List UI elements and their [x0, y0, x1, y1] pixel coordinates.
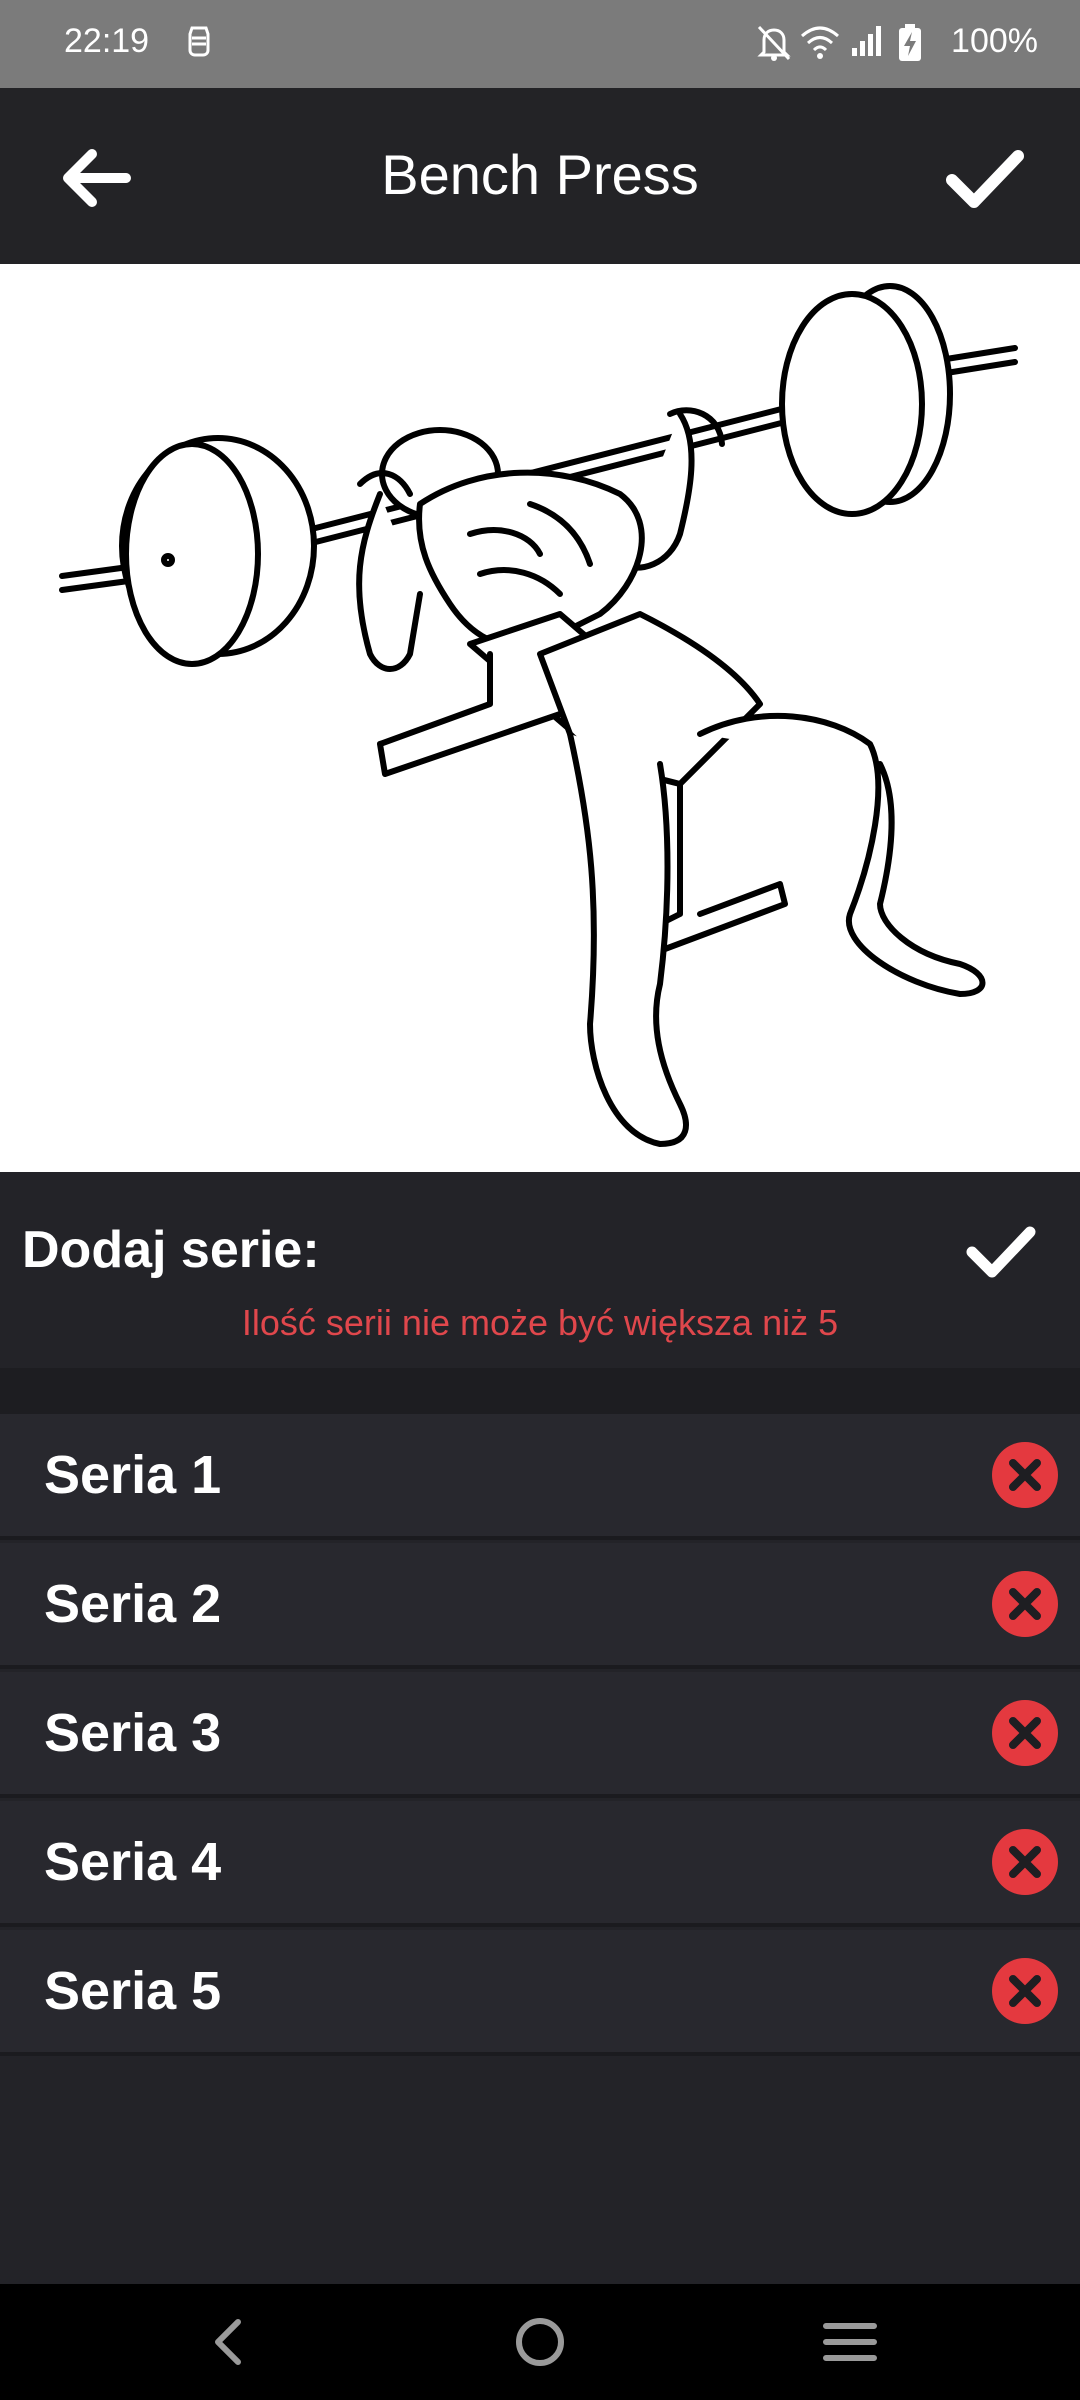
- list-item[interactable]: Seria 1: [0, 1414, 1080, 1536]
- page-title: Bench Press: [381, 143, 699, 206]
- delete-series-button[interactable]: [992, 1442, 1058, 1508]
- series-label: Seria 1: [44, 1445, 222, 1505]
- close-icon: [1009, 1717, 1041, 1749]
- delete-series-button[interactable]: [992, 1829, 1058, 1895]
- delete-series-button[interactable]: [992, 1958, 1058, 2024]
- series-label: Seria 2: [44, 1574, 222, 1634]
- series-label: Seria 5: [44, 1961, 222, 2021]
- notification-icon: [186, 24, 212, 65]
- check-icon: [966, 1226, 1036, 1278]
- save-button[interactable]: [944, 138, 1024, 218]
- status-bar: 22:19 100%: [0, 0, 1080, 88]
- bench-press-illustration: [59, 283, 1018, 1147]
- mute-icon: [756, 24, 792, 67]
- battery-charging-icon: [898, 24, 922, 67]
- list-spacer: [0, 1368, 1080, 1414]
- series-list: Seria 1 Seria 2 Seria 3 Seria 4 Seria 5: [0, 1368, 1080, 2059]
- list-item[interactable]: Seria 2: [0, 1543, 1080, 1665]
- app-bar: Bench Press: [0, 88, 1080, 264]
- close-icon: [1009, 1975, 1041, 2007]
- battery-percentage: 100%: [951, 22, 1038, 60]
- close-icon: [1009, 1459, 1041, 1491]
- list-item[interactable]: Seria 3: [0, 1672, 1080, 1794]
- signal-icon: [850, 24, 884, 63]
- delete-series-button[interactable]: [992, 1700, 1058, 1766]
- exercise-illustration: [0, 264, 1080, 1172]
- add-series-button[interactable]: [962, 1212, 1040, 1290]
- home-nav-icon: [516, 2318, 564, 2366]
- series-label: Seria 4: [44, 1832, 222, 1892]
- add-series-panel: Dodaj serie: Ilość serii nie może być wi…: [0, 1172, 1080, 1368]
- check-icon: [946, 150, 1024, 208]
- add-series-title: Dodaj serie:: [22, 1221, 320, 1279]
- series-label: Seria 3: [44, 1703, 222, 1763]
- error-message: Ilość serii nie może być większa niż 5: [241, 1302, 839, 1343]
- nav-home-button[interactable]: [500, 2312, 580, 2372]
- close-icon: [1009, 1846, 1041, 1878]
- menu-nav-icon: [823, 2323, 877, 2361]
- wifi-icon: [800, 24, 840, 65]
- nav-back-button[interactable]: [188, 2312, 268, 2372]
- delete-series-button[interactable]: [992, 1571, 1058, 1637]
- status-time: 22:19: [64, 22, 150, 60]
- close-icon: [1009, 1588, 1041, 1620]
- nav-menu-button[interactable]: [810, 2312, 890, 2372]
- list-item[interactable]: Seria 5: [0, 1930, 1080, 2052]
- navigation-bar: [0, 2284, 1080, 2400]
- back-nav-icon: [215, 2319, 241, 2365]
- list-item[interactable]: Seria 4: [0, 1801, 1080, 1923]
